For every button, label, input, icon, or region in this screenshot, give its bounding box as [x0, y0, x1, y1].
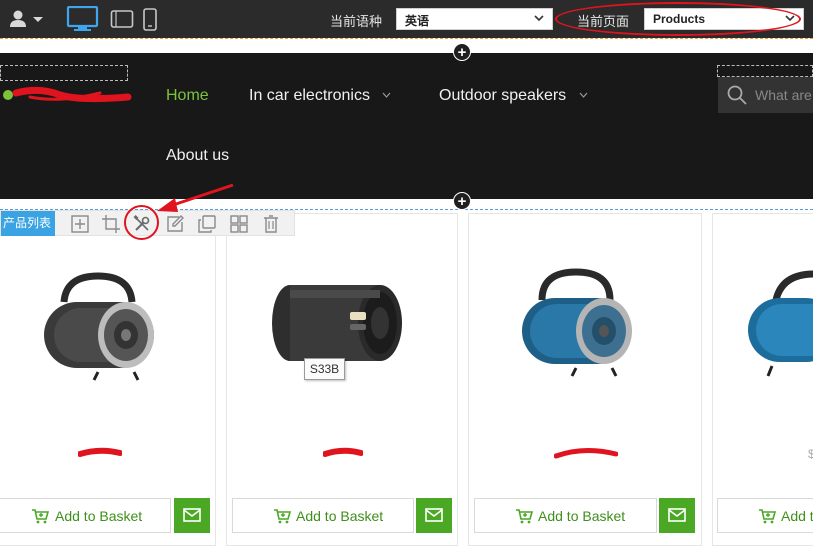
tablet-icon — [110, 10, 134, 28]
inquiry-button[interactable] — [174, 498, 210, 533]
add-module-button[interactable] — [70, 214, 90, 234]
add-section-button[interactable]: + — [453, 192, 471, 210]
language-label: 当前语种 — [330, 14, 383, 29]
product-image[interactable] — [266, 278, 406, 368]
redacted-price — [323, 447, 363, 457]
copy-button[interactable] — [197, 214, 217, 234]
page-editor: 当前语种 英语 当前页面 Products Home In car electr… — [0, 0, 813, 546]
language-select[interactable]: 英语 — [396, 8, 553, 30]
cart-icon — [516, 509, 533, 524]
section-divider — [0, 38, 813, 39]
add-to-basket-button[interactable]: Add to Basket — [474, 498, 657, 533]
nav-in-car-label: In car electronics — [249, 87, 370, 104]
desktop-view-button[interactable] — [66, 5, 100, 32]
logo-placeholder[interactable] — [0, 65, 128, 81]
user-icon — [10, 10, 43, 27]
add-to-basket-label: Add to Basket — [55, 508, 143, 524]
cart-icon — [759, 509, 776, 524]
add-section-button[interactable]: + — [453, 43, 471, 61]
edit-icon — [167, 215, 184, 232]
mail-icon — [183, 508, 201, 522]
add-to-basket-button[interactable]: Add to Basket — [232, 498, 414, 533]
mail-icon — [668, 508, 686, 522]
search-input[interactable]: What are — [718, 77, 813, 113]
tablet-view-button[interactable] — [110, 6, 134, 32]
page-select[interactable]: Products — [644, 8, 804, 30]
add-to-basket-label: Add to Basket — [538, 508, 626, 524]
add-to-basket-label: Add to Basket — [296, 508, 384, 524]
nav-in-car-electronics[interactable]: In car electronics — [249, 87, 391, 105]
product-card[interactable] — [468, 213, 702, 546]
add-to-basket-label: Add to — [781, 508, 813, 524]
language-select-value: 英语 — [405, 14, 430, 28]
image-tooltip: S33B — [304, 358, 345, 380]
phone-view-button[interactable] — [142, 6, 158, 32]
redacted-logo — [3, 86, 132, 103]
site-header: Home In car electronics Outdoor speakers… — [0, 53, 813, 199]
editor-toolbar: 当前语种 英语 当前页面 Products — [0, 0, 813, 38]
inquiry-button[interactable] — [659, 498, 695, 533]
search-placeholder-frame — [717, 65, 813, 77]
edit-button[interactable] — [165, 214, 185, 234]
product-image[interactable] — [746, 270, 813, 380]
add-to-basket-button[interactable]: Add to — [717, 498, 813, 533]
page-label: 当前页面 — [577, 14, 630, 29]
chevron-down-icon — [534, 15, 544, 22]
delete-button[interactable] — [261, 214, 281, 234]
product-image[interactable] — [36, 272, 162, 384]
search-placeholder: What are — [755, 87, 812, 103]
desktop-icon — [66, 5, 99, 31]
module-tag[interactable]: 产品列表 — [1, 211, 55, 236]
inquiry-button[interactable] — [416, 498, 452, 533]
nav-outdoor-label: Outdoor speakers — [439, 87, 567, 104]
module-toolbar: 产品列表 — [0, 210, 295, 236]
trash-icon — [264, 215, 278, 233]
cart-icon — [32, 509, 49, 524]
add-to-basket-button[interactable]: Add to Basket — [0, 498, 171, 533]
redacted-price — [554, 448, 618, 459]
cart-icon — [274, 509, 291, 524]
mail-icon — [425, 508, 443, 522]
chevron-down-icon — [382, 92, 391, 98]
chevron-down-icon — [579, 92, 588, 98]
redacted-price — [78, 447, 122, 457]
nav-about-us[interactable]: About us — [166, 147, 229, 165]
layout-button[interactable] — [229, 214, 249, 234]
product-image[interactable] — [512, 266, 640, 378]
phone-icon — [143, 8, 157, 31]
nav-home[interactable]: Home — [166, 87, 209, 105]
resize-button[interactable] — [101, 214, 121, 234]
chevron-down-icon — [785, 15, 795, 22]
tools-icon — [133, 215, 150, 231]
page-select-value: Products — [653, 12, 706, 26]
nav-outdoor-speakers[interactable]: Outdoor speakers — [439, 87, 588, 105]
module-settings-button[interactable] — [132, 214, 152, 234]
grid-icon — [230, 215, 248, 233]
search-icon — [727, 85, 747, 105]
user-menu-button[interactable] — [8, 9, 48, 29]
add-box-icon — [71, 215, 89, 233]
copy-icon — [198, 215, 216, 233]
crop-icon — [102, 215, 120, 233]
price-fragment: $ — [808, 447, 813, 461]
